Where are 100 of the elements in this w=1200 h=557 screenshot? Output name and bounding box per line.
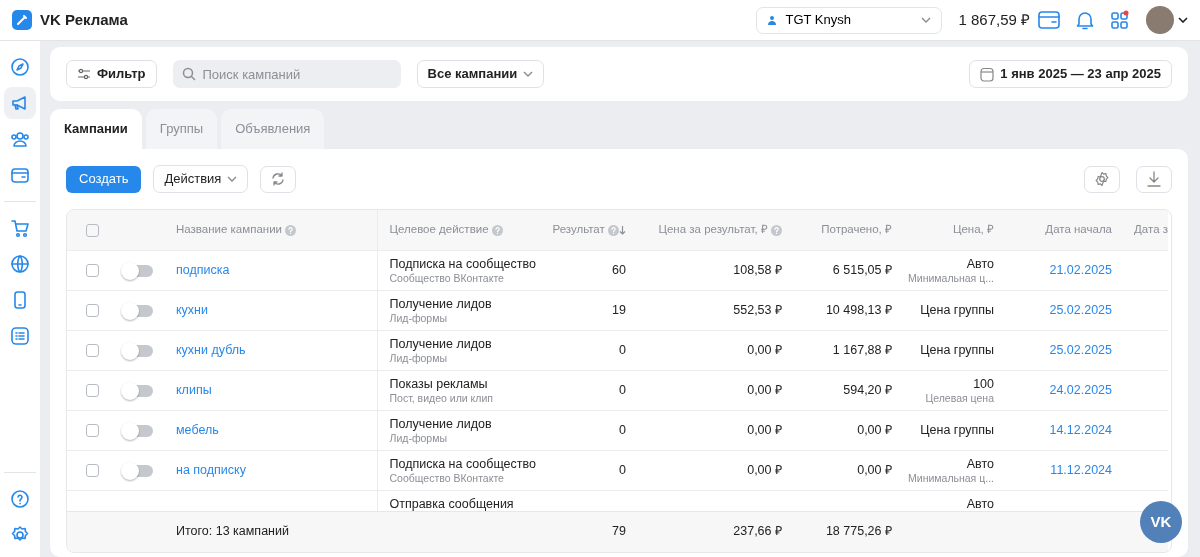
target-action-detail: Лид-формы bbox=[389, 351, 448, 365]
tab[interactable]: Объявления bbox=[221, 109, 325, 149]
filter-button[interactable]: Фильтр bbox=[66, 60, 157, 88]
download-button[interactable] bbox=[1136, 165, 1172, 193]
table-cell: 0,00 ₽ bbox=[747, 423, 782, 437]
table-cell: 594,20 ₽ bbox=[843, 383, 892, 397]
target-action-detail: Лид-формы bbox=[389, 431, 448, 445]
start-date-link[interactable]: 14.12.2024 bbox=[1049, 423, 1112, 437]
table-cell: 0 bbox=[619, 463, 626, 477]
table-cell: 0 bbox=[619, 383, 626, 397]
price-detail: Целевая цена bbox=[924, 391, 994, 405]
sort-arrow-icon bbox=[619, 225, 626, 236]
bell-icon[interactable] bbox=[1076, 10, 1094, 30]
campaign-scope-select[interactable]: Все кампании bbox=[416, 60, 545, 88]
wallet-icon bbox=[10, 165, 30, 185]
account-select[interactable]: TGT Knysh bbox=[756, 6, 943, 34]
total-value: 237,66 ₽ bbox=[733, 524, 782, 539]
table-cell: 552,53 ₽ bbox=[733, 303, 782, 317]
column-header[interactable]: Название кампании bbox=[176, 223, 282, 236]
settings-icon bbox=[1094, 171, 1110, 187]
table-cell: 0,00 ₽ bbox=[747, 343, 782, 357]
date-range-picker[interactable]: 1 янв 2025 — 23 апр 2025 bbox=[969, 60, 1172, 88]
start-date-link[interactable]: 25.02.2025 bbox=[1049, 343, 1112, 357]
table-cell: 1 167,88 ₽ bbox=[832, 343, 892, 357]
chevron-down-icon bbox=[921, 17, 932, 23]
tab[interactable]: Кампании bbox=[50, 109, 142, 149]
sliders-icon bbox=[77, 68, 91, 80]
select-all-checkbox[interactable] bbox=[85, 223, 99, 237]
target-action: Получение лидов bbox=[389, 416, 493, 432]
compass-icon bbox=[10, 57, 30, 77]
logo-icon bbox=[12, 10, 32, 30]
chevron-down-icon bbox=[227, 176, 238, 182]
avatar[interactable] bbox=[1146, 6, 1174, 34]
apps-icon[interactable] bbox=[1110, 10, 1130, 30]
price-detail: Минимальная ц... bbox=[907, 471, 994, 485]
calendar-icon bbox=[980, 66, 995, 82]
campaign-name-link[interactable]: мебель bbox=[176, 423, 219, 437]
chevron-down-icon bbox=[523, 71, 534, 77]
target-action: Показы рекламы bbox=[389, 376, 489, 392]
campaign-name-link[interactable]: подписка bbox=[176, 263, 230, 277]
campaign-toggle[interactable] bbox=[123, 264, 153, 277]
people-icon bbox=[10, 129, 30, 149]
campaign-name-link[interactable]: кухни дубль bbox=[176, 343, 246, 357]
price-value: Авто bbox=[965, 456, 994, 472]
cart-icon bbox=[10, 218, 30, 238]
campaign-name-link[interactable]: клипы bbox=[176, 383, 212, 397]
start-date-link[interactable]: 24.02.2025 bbox=[1049, 383, 1112, 397]
price-detail: Минимальная ц... bbox=[907, 271, 994, 285]
settings-button[interactable] bbox=[1084, 165, 1120, 193]
table-cell: 0 bbox=[619, 343, 626, 357]
target-action: Получение лидов bbox=[389, 336, 493, 352]
table-cell: 60 bbox=[612, 263, 626, 277]
price-value: Авто bbox=[965, 497, 994, 511]
actions-dropdown[interactable]: Действия bbox=[153, 165, 249, 193]
start-date-link[interactable]: 11.12.2024 bbox=[1050, 463, 1112, 477]
column-header[interactable]: Результат bbox=[552, 223, 605, 236]
balance: 1 867,59 ₽ bbox=[958, 9, 1030, 30]
start-date-link[interactable]: 25.02.2025 bbox=[1049, 303, 1112, 317]
price-value: Цена группы bbox=[919, 303, 994, 318]
chevron-down-icon bbox=[1178, 17, 1188, 23]
sidebar-item[interactable] bbox=[4, 87, 36, 119]
row-checkbox[interactable] bbox=[85, 304, 99, 318]
target-action: Подписка на сообщество bbox=[389, 256, 537, 272]
campaign-name-link[interactable]: кухни bbox=[176, 303, 208, 317]
start-date-link[interactable]: 21.02.2025 bbox=[1049, 263, 1112, 277]
row-checkbox[interactable] bbox=[85, 424, 99, 438]
refresh-button[interactable] bbox=[260, 165, 297, 193]
table-cell: 0 bbox=[619, 423, 626, 437]
campaign-toggle[interactable] bbox=[123, 424, 153, 437]
total-label: Итого: 13 кампаний bbox=[176, 524, 289, 539]
row-checkbox[interactable] bbox=[85, 464, 99, 478]
column-header[interactable]: Дата начала bbox=[1045, 223, 1112, 236]
row-checkbox[interactable] bbox=[85, 264, 99, 278]
help-icon bbox=[491, 224, 503, 236]
campaign-name-link[interactable]: на подписку bbox=[176, 463, 246, 477]
tab[interactable]: Группы bbox=[145, 109, 218, 149]
target-action-detail: Сообщество ВКонтакте bbox=[389, 271, 505, 285]
campaign-toggle[interactable] bbox=[123, 384, 153, 397]
create-button[interactable]: Создать bbox=[66, 165, 142, 193]
target-action-detail: Пост, видео или клип bbox=[389, 391, 494, 405]
campaign-toggle[interactable] bbox=[123, 344, 153, 357]
table-cell: 0,00 ₽ bbox=[857, 463, 892, 477]
person-icon bbox=[767, 15, 778, 25]
list-icon bbox=[10, 326, 30, 346]
price-value: Цена группы bbox=[919, 343, 994, 358]
globe-icon bbox=[10, 254, 30, 274]
search-field[interactable]: Поиск кампаний bbox=[172, 60, 401, 88]
table-cell: 108,58 ₽ bbox=[733, 263, 782, 277]
table-cell: 0,00 ₽ bbox=[747, 463, 782, 477]
column-header[interactable]: Цена, ₽ bbox=[952, 223, 994, 236]
table-cell: 0,00 ₽ bbox=[747, 383, 782, 397]
campaign-toggle[interactable] bbox=[123, 464, 153, 477]
column-header[interactable]: Целевое действие bbox=[389, 223, 489, 236]
row-checkbox[interactable] bbox=[85, 384, 99, 398]
total-value: 79 bbox=[612, 524, 626, 539]
row-checkbox[interactable] bbox=[85, 344, 99, 358]
table-cell: 6 515,05 ₽ bbox=[832, 263, 892, 277]
price-value: 100 bbox=[972, 376, 994, 392]
campaign-toggle[interactable] bbox=[123, 304, 153, 317]
wallet-icon[interactable] bbox=[1038, 10, 1060, 30]
